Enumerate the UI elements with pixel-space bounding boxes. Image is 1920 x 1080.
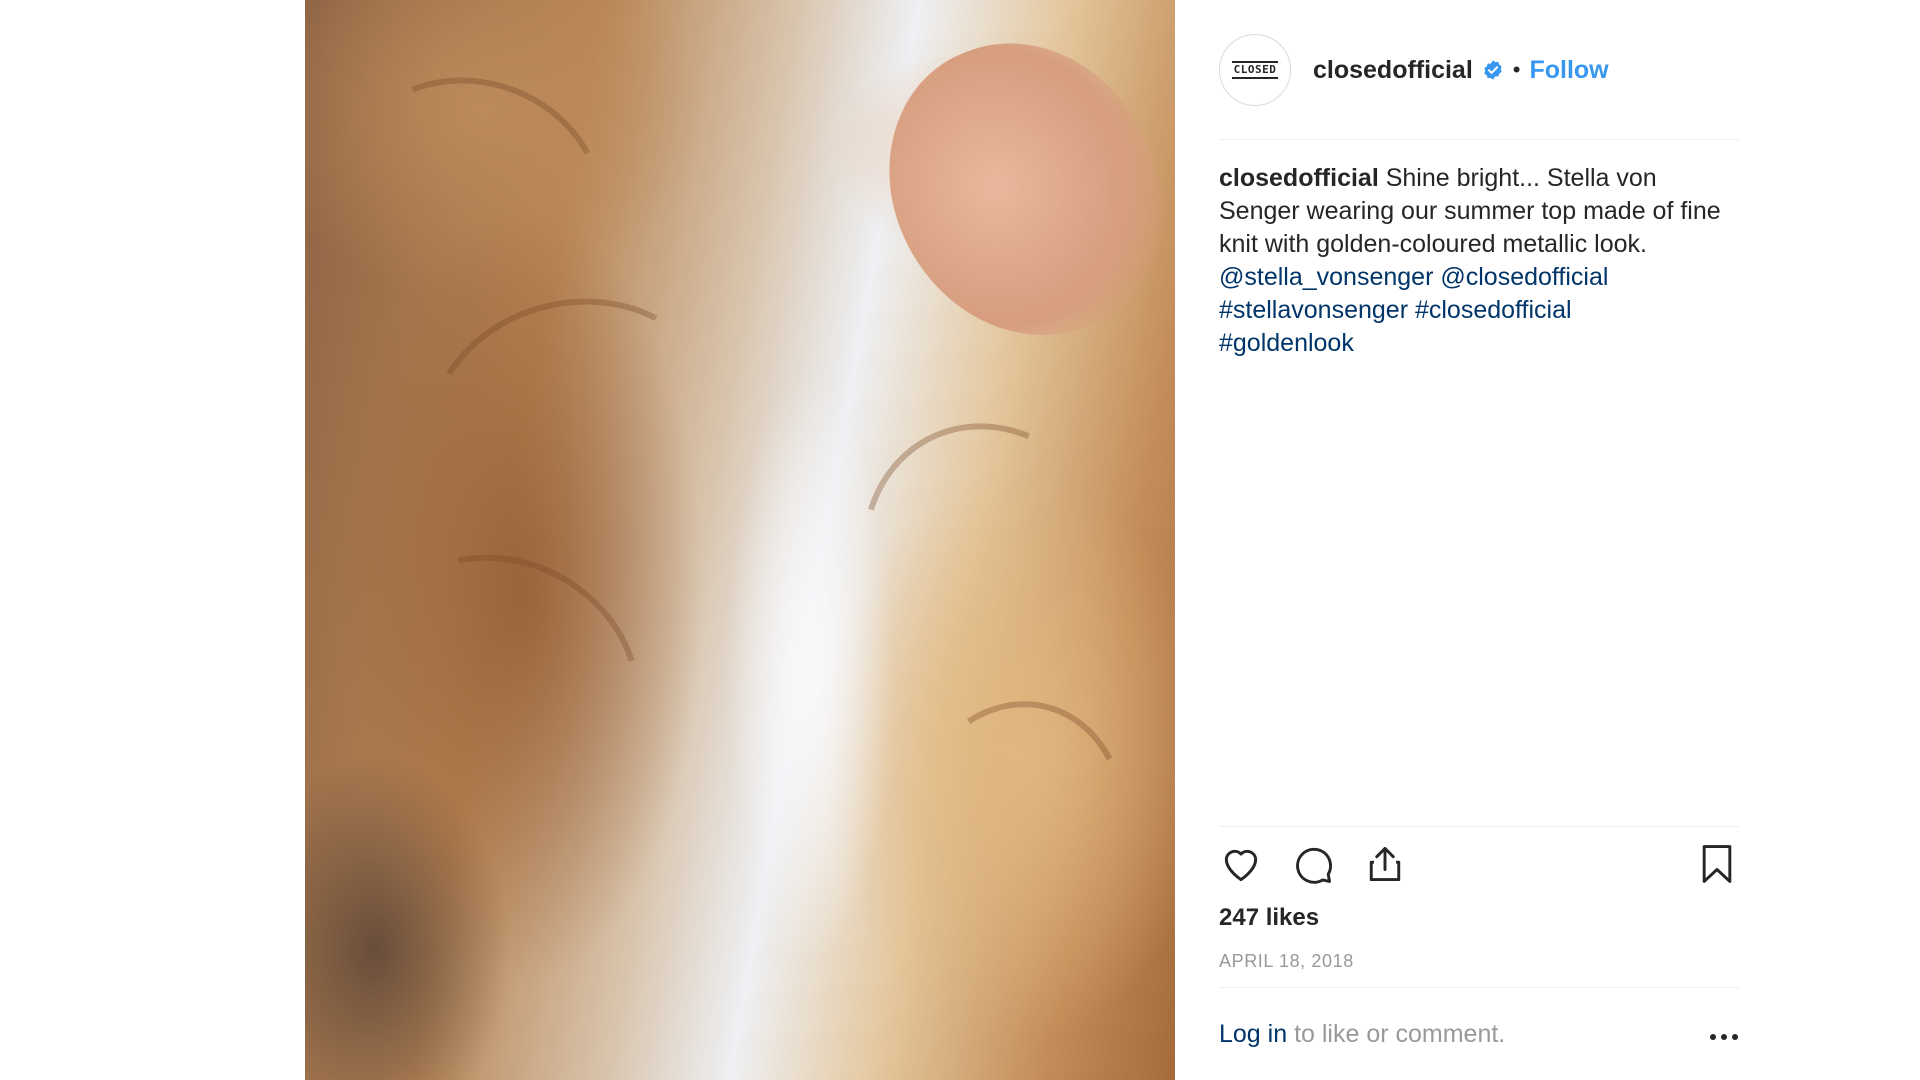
- instagram-post: CLOSED closedofficial • Follow closedoff…: [0, 0, 1920, 1080]
- like-count[interactable]: 247 likes: [1219, 904, 1319, 932]
- actions-divider: [1219, 826, 1739, 827]
- heart-icon[interactable]: [1219, 842, 1263, 886]
- photo-hair-strand: [875, 675, 1155, 985]
- hashtag-link[interactable]: #closedofficial: [1415, 296, 1572, 324]
- follow-button[interactable]: Follow: [1529, 56, 1608, 85]
- footer-divider: [1219, 987, 1739, 988]
- username-link[interactable]: closedofficial: [1313, 56, 1473, 85]
- hashtag-link[interactable]: #stellavonsenger: [1219, 296, 1408, 324]
- mention-link[interactable]: @stella_vonsenger: [1219, 263, 1433, 291]
- login-prompt-text: to like or comment.: [1287, 1020, 1506, 1048]
- post-side-panel: CLOSED closedofficial • Follow closedoff…: [1219, 0, 1739, 1080]
- brand-logo: CLOSED: [1231, 61, 1279, 79]
- verified-badge-icon: [1484, 60, 1502, 80]
- caption-username[interactable]: closedofficial: [1219, 164, 1379, 192]
- photo-hair-strand: [396, 265, 754, 595]
- separator-dot: •: [1512, 57, 1521, 82]
- photo-hair-strand: [813, 379, 1175, 761]
- photo-hair-strand: [323, 506, 687, 854]
- header-divider: [1219, 139, 1739, 140]
- post-header: CLOSED closedofficial • Follow: [1219, 34, 1739, 106]
- post-caption: closedofficial Shine bright... Stella vo…: [1219, 162, 1739, 360]
- avatar[interactable]: CLOSED: [1219, 34, 1291, 106]
- login-link[interactable]: Log in: [1219, 1020, 1287, 1048]
- bookmark-icon[interactable]: [1695, 842, 1739, 886]
- hashtag-link[interactable]: #goldenlook: [1219, 329, 1354, 357]
- share-icon[interactable]: [1363, 842, 1407, 886]
- photo-face-area: [848, 2, 1175, 378]
- post-actions: [1219, 842, 1739, 886]
- photo-hair-strand: [315, 42, 635, 338]
- post-date[interactable]: APRIL 18, 2018: [1219, 951, 1354, 972]
- post-photo[interactable]: [305, 0, 1175, 1080]
- mention-link[interactable]: @closedofficial: [1440, 263, 1608, 291]
- comment-bubble-icon[interactable]: [1291, 842, 1335, 886]
- login-prompt: Log in to like or comment.: [1219, 1020, 1739, 1056]
- more-options-icon[interactable]: [1709, 1032, 1739, 1042]
